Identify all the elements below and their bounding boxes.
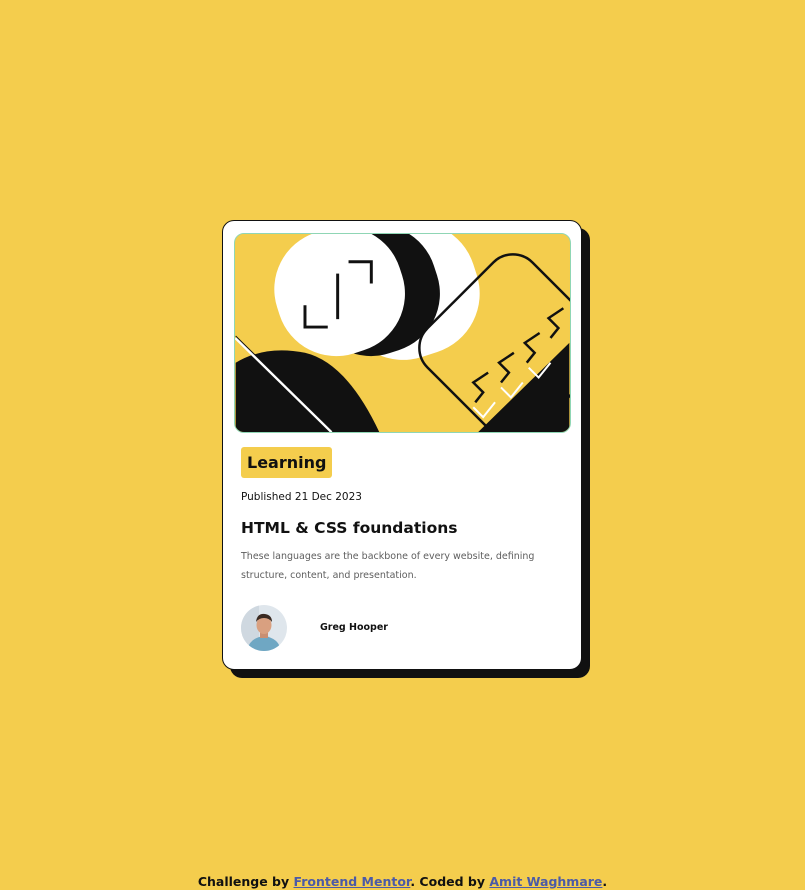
attribution-middle: . Coded by	[410, 874, 490, 889]
attribution-suffix: .	[602, 874, 608, 889]
blog-preview-card: Learning Published 21 Dec 2023 HTML & CS…	[222, 220, 582, 670]
author-avatar	[241, 605, 287, 651]
card-description: These languages are the backbone of ever…	[241, 551, 535, 581]
attribution-prefix: Challenge by	[197, 874, 294, 889]
author-name: Greg Hooper	[320, 622, 388, 633]
author-link[interactable]: Amit Waghmare	[489, 874, 602, 889]
frontend-mentor-link[interactable]: Frontend Mentor	[294, 874, 411, 889]
publish-date: Published 21 Dec 2023	[241, 491, 362, 503]
category-tag: Learning	[241, 447, 333, 478]
attribution-footer: Challenge by Frontend Mentor. Coded by A…	[0, 874, 805, 889]
card-illustration	[234, 233, 571, 433]
card-title[interactable]: HTML & CSS foundations	[241, 519, 458, 537]
